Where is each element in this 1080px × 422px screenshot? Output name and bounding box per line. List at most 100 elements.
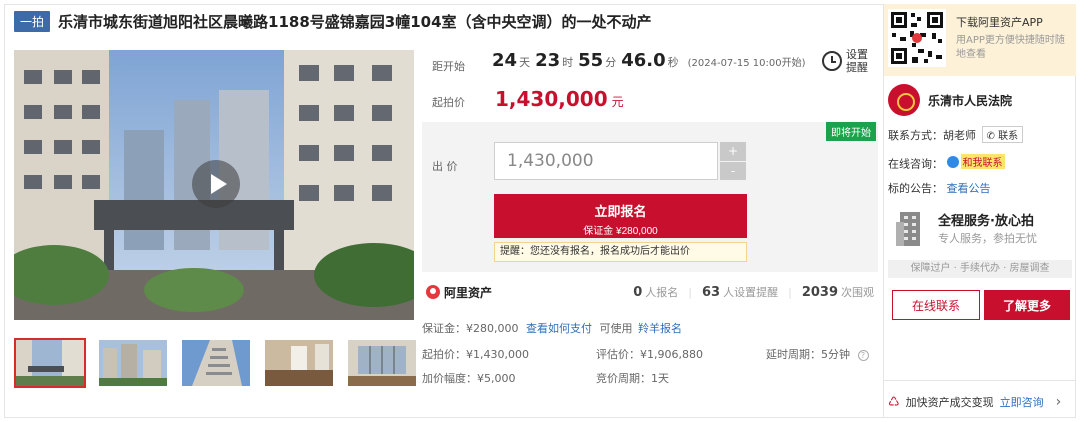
- countdown-minutes-unit: 分: [605, 56, 617, 69]
- countdown-start-time: (2024-07-15 10:00开始): [687, 58, 806, 69]
- chat-button[interactable]: 和我联系: [946, 154, 1005, 169]
- countdown: 距开始 24 天 23 时 55 分 46.0 秒 (2024-07-15 10…: [422, 48, 878, 80]
- alarm-clock-icon: [822, 51, 842, 71]
- app-download-title: 下载阿里资产APP: [956, 16, 1043, 29]
- start-price-info: 起拍价：¥1,430,000: [422, 348, 529, 361]
- set-reminder-button[interactable]: 设置提醒: [822, 48, 872, 74]
- register-button-label: 立即报名: [594, 203, 647, 219]
- court-name: 乐清市人民法院: [928, 93, 1013, 108]
- stats-divider: |: [688, 286, 692, 299]
- views-label: 次围观: [841, 286, 874, 299]
- auction-round-tag: 一拍: [14, 10, 51, 32]
- fast-sale-icon: ♺: [888, 394, 900, 410]
- deposit-row: 保证金：¥280,000 查看如何支付 可使用 羚羊报名: [422, 320, 682, 336]
- app-download-box[interactable]: 下载阿里资产APP 用APP更方便快捷随时随地查看: [884, 4, 1076, 76]
- aliyun-logo: 阿里资产: [426, 284, 492, 301]
- stats-divider: |: [788, 286, 792, 299]
- service-features: 保障过户 · 手续代办 · 房屋调查: [888, 260, 1072, 278]
- start-price-unit: 元: [611, 95, 624, 109]
- countdown-seconds: 46.0: [621, 50, 666, 71]
- deposit-text: 保证金：¥280,000: [422, 322, 519, 335]
- main-photo[interactable]: [14, 50, 414, 320]
- court-seal-icon: [888, 84, 920, 116]
- start-price-value: 1,430,000: [495, 87, 608, 111]
- how-to-pay-link[interactable]: 查看如何支付: [526, 322, 592, 335]
- delay-info: 延时周期：5分钟 ?: [766, 346, 869, 362]
- play-icon[interactable]: [192, 160, 240, 208]
- thumbnail-4[interactable]: [263, 338, 335, 388]
- increase-bid-button[interactable]: +: [720, 142, 746, 161]
- notice-link[interactable]: 查看公告: [947, 182, 991, 195]
- appraisal-info: 评估价：¥1,906,880: [596, 348, 703, 361]
- contact-button-label: 联系: [998, 131, 1019, 142]
- contact-row: 联系方式：胡老师 ✆ 联系: [888, 126, 1024, 143]
- bid-label: 出 价: [432, 160, 458, 173]
- countdown-days: 24: [492, 50, 518, 71]
- countdown-days-unit: 天: [519, 56, 531, 69]
- register-button[interactable]: 立即报名 保证金 ¥280,000: [494, 194, 747, 238]
- contact-label: 联系方式：胡老师: [888, 129, 976, 142]
- increment-info: 加价幅度：¥5,000: [422, 372, 516, 385]
- stats-row: 阿里资产 0 人报名 | 63 人设置提醒 | 2039 次围观: [422, 280, 878, 304]
- views-count: 2039: [801, 285, 838, 300]
- sidebar: 下载阿里资产APP 用APP更方便快捷随时随地查看 乐清市人民法院 联系方式：胡…: [883, 4, 1076, 418]
- fast-sale-text: 加快资产成交变现: [905, 396, 994, 409]
- thumbnail-2[interactable]: [97, 338, 169, 388]
- sidebar-divider: [884, 380, 1076, 381]
- contact-button[interactable]: ✆ 联系: [981, 126, 1024, 143]
- countdown-hours: 23: [535, 50, 561, 71]
- online-consult-label: 在线咨询：: [888, 157, 943, 171]
- qr-code-icon: [888, 9, 946, 67]
- cycle-info: 竞价周期：1天: [596, 372, 669, 385]
- online-consult-row: 在线咨询： 和我联系: [888, 154, 1005, 172]
- start-price-label: 起拍价: [432, 96, 465, 109]
- consult-now-link[interactable]: 立即咨询: [1000, 394, 1044, 410]
- thumbnail-3[interactable]: [180, 338, 252, 388]
- chat-label: 和我联系: [960, 154, 1005, 169]
- notice-row: 标的公告： 查看公告: [888, 180, 991, 196]
- chevron-right-icon[interactable]: ›: [1056, 394, 1062, 410]
- learn-more-button[interactable]: 了解更多: [984, 290, 1070, 320]
- thumbnail-5[interactable]: [346, 338, 418, 388]
- bid-stepper: + -: [720, 142, 746, 180]
- decrease-bid-button[interactable]: -: [720, 161, 746, 180]
- thumbnail-strip: [14, 338, 418, 388]
- start-price-row: 起拍价 1,430,000 元: [432, 87, 624, 111]
- chat-icon: [946, 155, 959, 168]
- service-box: 全程服务·放心拍 专人服务，参拍无忧: [888, 204, 1072, 254]
- countdown-values: 24 天 23 时 55 分 46.0 秒 (2024-07-15 10:00开…: [492, 50, 806, 71]
- registered-label: 人报名: [645, 286, 679, 299]
- bid-amount-input[interactable]: 1,430,000: [494, 142, 718, 180]
- countdown-hours-unit: 时: [562, 56, 574, 69]
- register-tip: 提醒：您还没有报名，报名成功后才能出价: [494, 242, 747, 262]
- court-row[interactable]: 乐清市人民法院: [888, 84, 1012, 116]
- bid-box: 即将开始 出 价 1,430,000 + - 立即报名 保证金 ¥280,000…: [422, 122, 878, 272]
- notice-label: 标的公告：: [888, 182, 943, 195]
- guarantee-link[interactable]: 羚羊报名: [638, 322, 682, 335]
- countdown-label: 距开始: [432, 60, 465, 73]
- usable-text: 可使用: [599, 322, 633, 335]
- page-title: 乐清市城东街道旭阳社区晨曦路1188号盛锦嘉园3幢104室（含中央空调）的一处不…: [58, 12, 652, 31]
- service-subtitle: 专人服务，参拍无忧: [938, 232, 1037, 245]
- service-title: 全程服务·放心拍: [938, 214, 1034, 229]
- reminder-count: 63: [702, 285, 721, 300]
- app-download-desc: 用APP更方便快捷随时随地查看: [956, 35, 1065, 60]
- building-icon: [894, 208, 926, 248]
- set-reminder-label: 设置提醒: [846, 48, 868, 74]
- register-deposit-label: 保证金 ¥280,000: [583, 225, 658, 237]
- countdown-seconds-unit: 秒: [667, 56, 679, 69]
- delay-text: 延时周期：5分钟: [766, 348, 850, 361]
- reminder-label: 人设置提醒: [723, 286, 779, 299]
- thumbnail-1[interactable]: [14, 338, 86, 388]
- countdown-minutes: 55: [578, 50, 604, 71]
- fast-sale-row: ♺ 加快资产成交变现 立即咨询 ›: [888, 394, 1061, 410]
- aliyun-logo-icon: [426, 285, 440, 299]
- brand-name: 阿里资产: [444, 285, 493, 300]
- help-icon[interactable]: ?: [857, 350, 869, 361]
- stats-counts: 0 人报名 | 63 人设置提醒 | 2039 次围观: [633, 284, 874, 300]
- status-badge: 即将开始: [826, 122, 876, 141]
- phone-icon: ✆: [986, 131, 995, 142]
- registered-count: 0: [633, 285, 643, 300]
- title-row: 一拍 乐清市城东街道旭阳社区晨曦路1188号盛锦嘉园3幢104室（含中央空调）的…: [14, 8, 874, 34]
- online-contact-button[interactable]: 在线联系: [892, 290, 980, 320]
